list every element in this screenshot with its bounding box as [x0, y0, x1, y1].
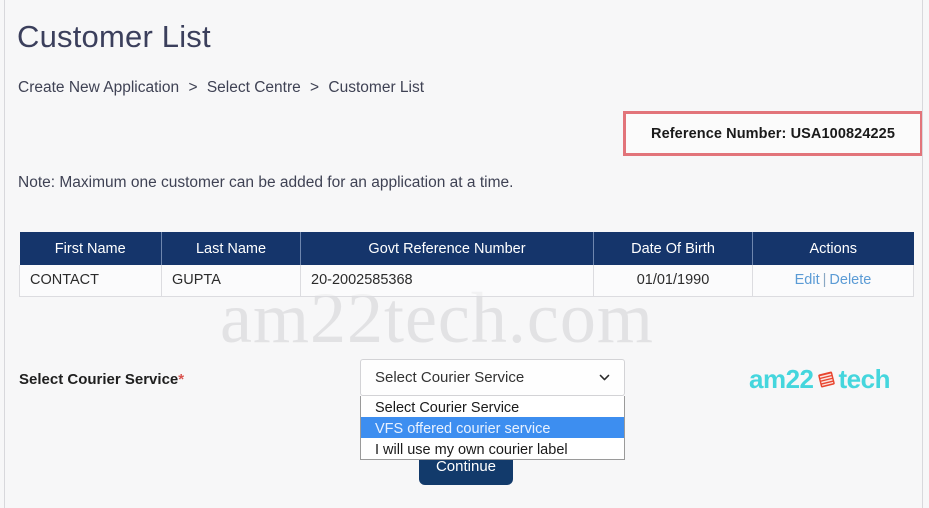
breadcrumb-separator-icon: >: [310, 79, 320, 96]
chevron-down-icon: [599, 374, 610, 381]
breadcrumb-item-create-new-application[interactable]: Create New Application: [18, 79, 179, 96]
option-vfs-offered-courier-service[interactable]: VFS offered courier service: [361, 417, 624, 438]
cell-last-name: GUPTA: [161, 265, 301, 297]
reference-number-box: Reference Number: USA100824225: [623, 111, 922, 156]
am22tech-logo: am22 tech: [749, 364, 890, 395]
delete-link[interactable]: Delete: [829, 272, 871, 288]
cell-govt-reference-number: 20-2002585368: [300, 265, 594, 297]
table-row: CONTACT GUPTA 20-2002585368 01/01/1990 E…: [19, 265, 914, 297]
cell-date-of-birth: 01/01/1990: [593, 265, 753, 297]
breadcrumb-separator-icon: >: [188, 79, 198, 96]
table-header: First Name Last Name Govt Reference Numb…: [19, 232, 914, 265]
table-body: CONTACT GUPTA 20-2002585368 01/01/1990 E…: [19, 265, 914, 297]
courier-service-label: Select Courier Service*: [19, 371, 184, 388]
column-header-last-name: Last Name: [161, 232, 301, 265]
breadcrumb-item-customer-list: Customer List: [328, 79, 425, 96]
customer-table: First Name Last Name Govt Reference Numb…: [19, 232, 914, 297]
courier-service-label-text: Select Courier Service: [19, 371, 179, 388]
breadcrumb: Create New Application > Select Centre >…: [18, 79, 424, 97]
courier-service-select-wrapper: Select Courier Service Select Courier Se…: [360, 359, 625, 460]
courier-service-select[interactable]: Select Courier Service: [360, 359, 625, 396]
column-header-actions: Actions: [752, 232, 914, 265]
action-separator: |: [822, 272, 827, 289]
option-select-courier-service[interactable]: Select Courier Service: [361, 396, 624, 417]
edit-link[interactable]: Edit: [795, 272, 820, 288]
table-header-row: First Name Last Name Govt Reference Numb…: [19, 232, 914, 265]
breadcrumb-item-select-centre[interactable]: Select Centre: [207, 79, 301, 96]
column-header-govt-reference-number: Govt Reference Number: [300, 232, 594, 265]
column-header-date-of-birth: Date Of Birth: [593, 232, 753, 265]
cell-first-name: CONTACT: [19, 265, 162, 297]
cell-actions: Edit | Delete: [752, 265, 914, 297]
logo-text-right: tech: [838, 364, 891, 394]
option-own-courier-label[interactable]: I will use my own courier label: [361, 438, 624, 459]
logo-text-left: am22: [749, 364, 814, 394]
required-asterisk: *: [178, 371, 185, 388]
courier-service-option-list: Select Courier Service VFS offered couri…: [360, 396, 625, 460]
logo-mark-icon: [817, 371, 835, 388]
page-container: am22tech.com Customer List Create New Ap…: [4, 0, 923, 508]
courier-service-select-value: Select Courier Service: [375, 369, 525, 386]
page-title: Customer List: [17, 19, 211, 54]
reference-number-text: Reference Number: USA100824225: [651, 125, 895, 142]
note-text: Note: Maximum one customer can be added …: [18, 174, 514, 191]
column-header-first-name: First Name: [19, 232, 162, 265]
